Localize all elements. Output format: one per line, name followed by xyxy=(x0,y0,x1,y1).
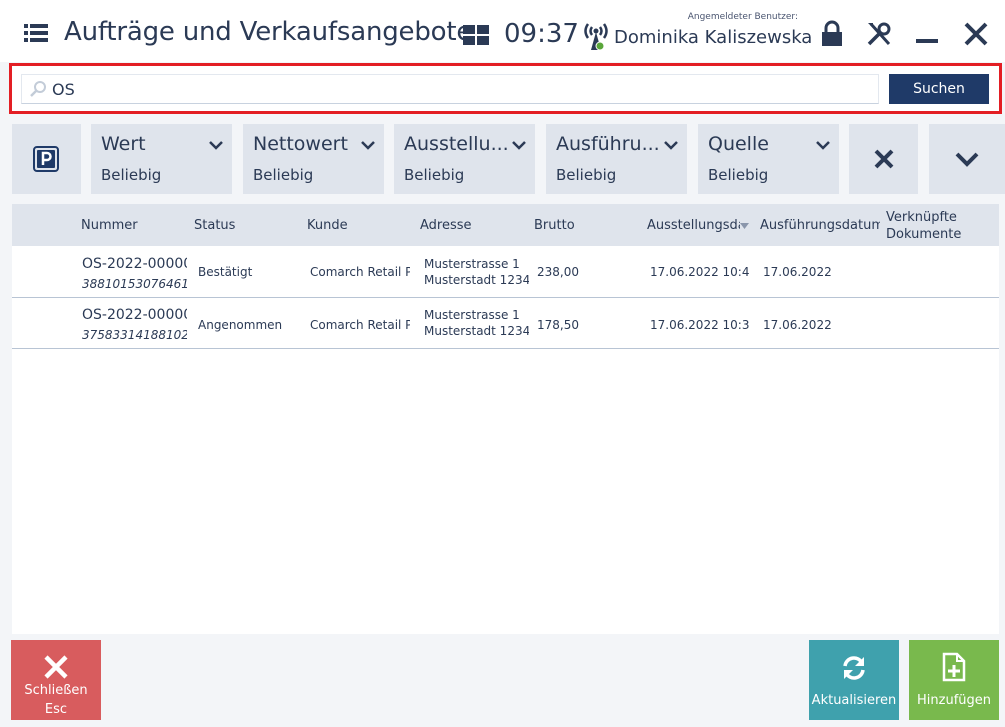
filter-ausstellungsdatum[interactable]: Ausstellu... Beliebig xyxy=(394,124,535,194)
customer-name: Comarch Retail PO xyxy=(310,318,410,332)
parking-icon xyxy=(33,146,59,172)
address-line: Musterstrasse 1 xyxy=(424,308,520,322)
gross-value: 178,50 xyxy=(537,318,579,332)
add-button-label: Hinzufügen xyxy=(917,693,991,708)
column-header[interactable]: Verknüpfte Dokumente xyxy=(886,209,986,243)
address-line: Musterstrasse 1 xyxy=(424,257,520,271)
document-barcode: 3881015307646175 xyxy=(82,277,187,291)
close-button[interactable]: Schließen Esc xyxy=(11,640,101,720)
column-header[interactable]: Nummer xyxy=(81,218,189,233)
document-status: Bestätigt xyxy=(198,265,253,279)
chevron-down-icon xyxy=(955,152,979,167)
search-field[interactable] xyxy=(21,74,879,104)
filter-value: Beliebig xyxy=(101,166,162,184)
search-input[interactable] xyxy=(52,77,852,101)
filter-value: Beliebig xyxy=(556,166,617,184)
search-icon xyxy=(30,81,46,97)
close-icon xyxy=(874,149,893,169)
search-bar: Suchen xyxy=(9,63,1002,114)
minimize-icon[interactable] xyxy=(914,20,942,48)
user-caption: Angemeldeter Benutzer: xyxy=(687,12,798,22)
top-bar: Aufträge und Verkaufsangebote 09:37 Ange… xyxy=(0,0,1005,62)
grid-icon[interactable] xyxy=(463,25,489,45)
expand-filters-button[interactable] xyxy=(929,124,1005,194)
column-header[interactable]: Status xyxy=(194,218,302,233)
execution-date: 17.06.2022 xyxy=(763,318,832,332)
column-header[interactable]: Ausstellungsdatum xyxy=(647,218,740,233)
filter-quelle[interactable]: Quelle Beliebig xyxy=(698,124,839,194)
lock-icon[interactable] xyxy=(818,20,846,48)
filter-title: Quelle xyxy=(708,133,769,155)
filter-nettowert[interactable]: Nettowert Beliebig xyxy=(243,124,384,194)
column-header[interactable]: Kunde xyxy=(307,218,415,233)
chevron-down-icon xyxy=(361,141,375,150)
address-line: Musterstadt 12345 xyxy=(424,273,529,287)
close-button-label: Schließen xyxy=(24,683,88,698)
close-button-shortcut: Esc xyxy=(44,702,68,717)
filter-title: Nettowert xyxy=(253,133,348,155)
customer-name: Comarch Retail PO xyxy=(310,265,410,279)
document-number: OS-2022-000002 xyxy=(82,256,187,272)
table-row[interactable]: OS-2022-000001 3758331418810244 Angenomm… xyxy=(12,298,999,349)
column-header-line: Dokumente xyxy=(886,227,962,242)
gross-value: 238,00 xyxy=(537,265,579,279)
close-icon xyxy=(44,655,68,679)
filter-value: Beliebig xyxy=(253,166,314,184)
table-row[interactable]: OS-2022-000002 3881015307646175 Bestätig… xyxy=(12,247,999,298)
refresh-button[interactable]: Aktualisieren xyxy=(809,640,899,720)
close-icon[interactable] xyxy=(962,20,990,48)
user-name: Dominika Kaliszewska xyxy=(614,27,813,48)
menu-icon[interactable] xyxy=(24,23,48,43)
refresh-button-label: Aktualisieren xyxy=(811,693,897,708)
filter-title: Ausführu... xyxy=(556,133,660,155)
document-number: OS-2022-000001 xyxy=(82,307,187,323)
clear-filters-button[interactable] xyxy=(849,124,918,194)
issue-date: 17.06.2022 10:46:13 xyxy=(650,265,749,279)
chevron-down-icon xyxy=(816,141,830,150)
filter-value: Beliebig xyxy=(404,166,465,184)
chevron-down-icon xyxy=(664,141,678,150)
signal-icon[interactable] xyxy=(582,20,610,52)
document-status: Angenommen xyxy=(198,318,283,332)
chevron-down-icon xyxy=(209,141,223,150)
filter-wert[interactable]: Wert Beliebig xyxy=(91,124,232,194)
execution-date: 17.06.2022 xyxy=(763,265,832,279)
column-header[interactable]: Ausführungsdatum xyxy=(760,218,880,233)
column-header[interactable]: Adresse xyxy=(420,218,528,233)
search-button[interactable]: Suchen xyxy=(889,74,989,104)
refresh-icon xyxy=(843,656,865,680)
filter-value: Beliebig xyxy=(708,166,769,184)
document-barcode: 3758331418810244 xyxy=(82,328,187,342)
page-title: Aufträge und Verkaufsangebote xyxy=(64,17,473,47)
address-line: Musterstadt 12345 xyxy=(424,324,529,338)
add-button[interactable]: Hinzufügen xyxy=(909,640,999,720)
column-header[interactable]: Brutto xyxy=(534,218,634,233)
filter-ausfuehrungsdatum[interactable]: Ausführu... Beliebig xyxy=(546,124,687,194)
clock: 09:37 xyxy=(504,19,579,49)
parked-button[interactable] xyxy=(12,124,81,194)
filter-title: Ausstellu... xyxy=(404,133,508,155)
issue-date: 17.06.2022 10:37:06 xyxy=(650,318,749,332)
filter-title: Wert xyxy=(101,133,146,155)
sort-desc-icon xyxy=(740,223,749,229)
tools-icon[interactable] xyxy=(865,20,893,48)
table-header: Nummer Status Kunde Adresse Brutto Ausst… xyxy=(12,204,999,246)
add-document-icon xyxy=(942,652,966,682)
column-header-line: Verknüpfte xyxy=(886,210,957,225)
chevron-down-icon xyxy=(512,141,526,150)
